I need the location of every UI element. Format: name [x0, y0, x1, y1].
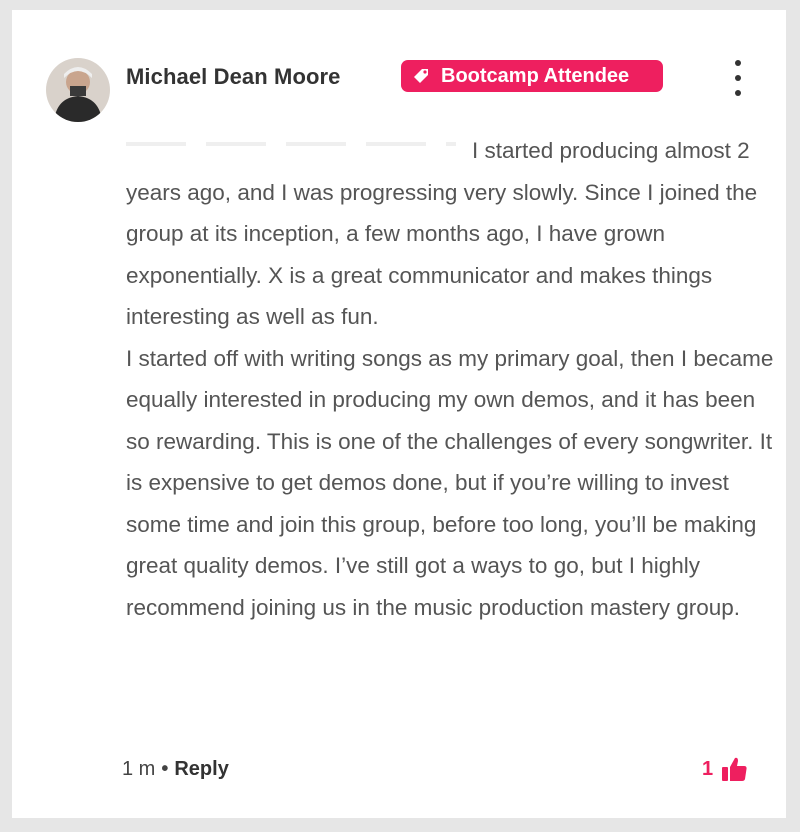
- avatar-image: [46, 58, 110, 122]
- comment-paragraph: I started producing almost 2 years ago, …: [126, 138, 758, 329]
- tag-icon: [411, 66, 431, 86]
- thumbs-up-icon[interactable]: [719, 754, 749, 784]
- comment-paragraph: I started off with writing songs as my p…: [126, 345, 774, 620]
- status-badge: Bootcamp Attendee: [401, 60, 663, 92]
- badge-label: Bootcamp Attendee: [441, 64, 630, 87]
- author-name[interactable]: Michael Dean Moore: [126, 64, 341, 90]
- comment-body: I started producing almost 2 years ago, …: [126, 130, 776, 628]
- timestamp: 1 m: [122, 758, 156, 780]
- reply-button[interactable]: Reply: [174, 758, 228, 781]
- avatar[interactable]: [46, 58, 110, 122]
- comment-meta: 1 m • Reply: [122, 758, 229, 781]
- separator: •: [161, 758, 169, 780]
- comment-card: Michael Dean Moore Bootcamp Attendee I s…: [12, 10, 786, 818]
- like-button[interactable]: 1: [702, 754, 749, 784]
- vertical-ellipsis-icon[interactable]: [730, 58, 746, 98]
- like-count: 1: [702, 757, 714, 780]
